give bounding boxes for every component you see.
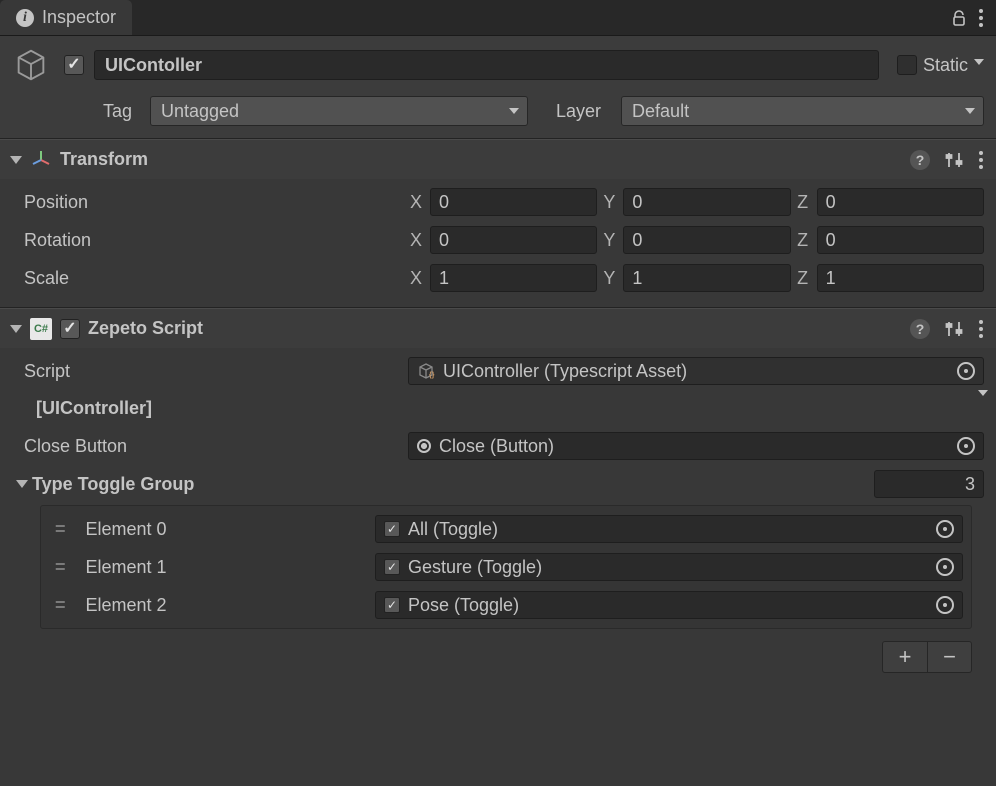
lock-icon[interactable] xyxy=(950,9,968,27)
transform-icon xyxy=(30,149,52,171)
chevron-down-icon xyxy=(965,108,975,114)
kebab-icon[interactable] xyxy=(978,150,984,170)
position-z-input[interactable]: 0 xyxy=(817,188,984,216)
preset-icon[interactable] xyxy=(944,320,964,338)
radio-icon xyxy=(417,439,431,453)
active-checkbox[interactable] xyxy=(64,55,84,75)
foldout-icon[interactable] xyxy=(10,156,22,164)
array-element-1: = Element 1 Gesture (Toggle) xyxy=(41,548,971,586)
gameobject-name-input[interactable]: UIContoller xyxy=(94,50,879,80)
scale-x-input[interactable]: 1 xyxy=(430,264,597,292)
position-y-input[interactable]: 0 xyxy=(623,188,790,216)
object-picker-icon[interactable] xyxy=(957,437,975,455)
typescript-asset-icon: {} xyxy=(417,362,435,380)
help-icon[interactable]: ? xyxy=(910,319,930,339)
add-element-button[interactable]: + xyxy=(883,642,927,672)
transform-header[interactable]: Transform ? xyxy=(0,139,996,179)
object-picker-icon[interactable] xyxy=(936,520,954,538)
drag-handle-icon[interactable]: = xyxy=(55,595,68,616)
tab-inspector[interactable]: i Inspector xyxy=(0,0,132,35)
object-picker-icon[interactable] xyxy=(936,558,954,576)
toggle-icon xyxy=(384,521,400,537)
static-label: Static xyxy=(923,55,968,76)
info-icon: i xyxy=(16,9,34,27)
gameobject-icon-dropdown[interactable] xyxy=(978,390,988,396)
remove-element-button[interactable]: − xyxy=(927,642,971,672)
zepeto-component: C# Zepeto Script ? Script {} UIControlle… xyxy=(0,308,996,693)
scale-z-input[interactable]: 1 xyxy=(817,264,984,292)
transform-body: Position X0 Y0 Z0 Rotation X0 Y0 Z0 Scal… xyxy=(0,179,996,307)
array-element-0: = Element 0 All (Toggle) xyxy=(41,510,971,548)
element-0-field[interactable]: All (Toggle) xyxy=(375,515,963,543)
drag-handle-icon[interactable]: = xyxy=(55,519,68,540)
transform-component: Transform ? Position X0 Y0 Z0 Rotation X… xyxy=(0,139,996,308)
layer-label: Layer xyxy=(538,101,611,122)
tag-dropdown[interactable]: Untagged xyxy=(150,96,528,126)
tab-tools xyxy=(938,0,996,35)
component-enabled-checkbox[interactable] xyxy=(60,319,80,339)
svg-text:{}: {} xyxy=(429,372,435,379)
foldout-icon[interactable] xyxy=(16,480,28,488)
close-button-row: Close Button Close (Button) xyxy=(12,427,984,465)
toggle-group-row: Type Toggle Group 3 xyxy=(12,465,984,503)
static-dropdown-icon[interactable] xyxy=(974,59,984,65)
kebab-icon[interactable] xyxy=(978,319,984,339)
element-2-field[interactable]: Pose (Toggle) xyxy=(375,591,963,619)
kebab-icon[interactable] xyxy=(978,8,984,28)
position-row: Position X0 Y0 Z0 xyxy=(12,183,984,221)
help-icon[interactable]: ? xyxy=(910,150,930,170)
chevron-down-icon xyxy=(509,108,519,114)
object-picker-icon[interactable] xyxy=(936,596,954,614)
transform-title: Transform xyxy=(60,149,902,170)
script-icon: C# xyxy=(30,318,52,340)
toggle-icon xyxy=(384,597,400,613)
tag-label: Tag xyxy=(84,101,140,122)
zepeto-header[interactable]: C# Zepeto Script ? xyxy=(0,308,996,348)
script-row: Script {} UIController (Typescript Asset… xyxy=(12,352,984,390)
element-1-field[interactable]: Gesture (Toggle) xyxy=(375,553,963,581)
tab-bar: i Inspector xyxy=(0,0,996,36)
scale-y-input[interactable]: 1 xyxy=(623,264,790,292)
close-button-field[interactable]: Close (Button) xyxy=(408,432,984,460)
foldout-icon[interactable] xyxy=(10,325,22,333)
gameobject-header: UIContoller Static Tag Untagged Layer De… xyxy=(0,36,996,139)
array-size-input[interactable]: 3 xyxy=(874,470,984,498)
uicontroller-section: [UIController] xyxy=(12,390,984,427)
object-picker-icon[interactable] xyxy=(957,362,975,380)
rotation-z-input[interactable]: 0 xyxy=(817,226,984,254)
drag-handle-icon[interactable]: = xyxy=(55,557,68,578)
array-element-2: = Element 2 Pose (Toggle) xyxy=(41,586,971,624)
preset-icon[interactable] xyxy=(944,151,964,169)
rotation-y-input[interactable]: 0 xyxy=(623,226,790,254)
static-checkbox[interactable] xyxy=(897,55,917,75)
script-object-field[interactable]: {} UIController (Typescript Asset) xyxy=(408,357,984,385)
array-footer: + − xyxy=(12,635,984,683)
layer-dropdown[interactable]: Default xyxy=(621,96,984,126)
gameobject-icon[interactable] xyxy=(12,46,50,84)
rotation-row: Rotation X0 Y0 Z0 xyxy=(12,221,984,259)
tab-label: Inspector xyxy=(42,7,116,28)
toggle-group-array: = Element 0 All (Toggle) = Element 1 Ges… xyxy=(40,505,972,629)
scale-row: Scale X1 Y1 Z1 xyxy=(12,259,984,297)
zepeto-title: Zepeto Script xyxy=(88,318,902,339)
rotation-x-input[interactable]: 0 xyxy=(430,226,597,254)
position-x-input[interactable]: 0 xyxy=(430,188,597,216)
toggle-icon xyxy=(384,559,400,575)
zepeto-body: Script {} UIController (Typescript Asset… xyxy=(0,348,996,693)
